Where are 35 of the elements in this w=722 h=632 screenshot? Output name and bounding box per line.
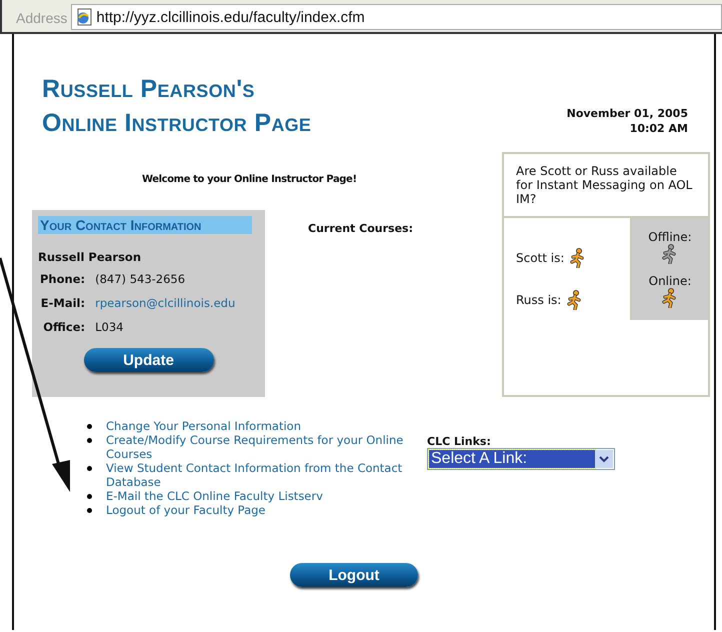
person-status-label: Russ is:: [516, 293, 562, 307]
contact-heading: Your Contact Information: [38, 216, 252, 234]
menu-link[interactable]: Create/Modify Course Requirements for your Online Courses: [106, 433, 427, 461]
logout-button[interactable]: Logout: [290, 563, 418, 587]
field-value: (847) 543-2656: [95, 272, 186, 286]
address-field[interactable]: http://yyz.clcillinois.edu/faculty/index.cfm: [71, 4, 722, 30]
menu-link[interactable]: E-Mail the CLC Online Faculty Listserv: [106, 489, 323, 503]
link-dropdown[interactable]: Select A Link:: [427, 448, 615, 470]
person-status-label: Scott is:: [516, 251, 564, 265]
email-link[interactable]: rpearson@clcillinois.edu: [95, 296, 259, 310]
time-text: 10:02 AM: [628, 121, 688, 136]
bullet-icon: [87, 438, 92, 443]
menu-link[interactable]: Change Your Personal Information: [106, 419, 302, 433]
legend-label: Offline:: [648, 230, 692, 244]
field-label: Office:: [42, 320, 86, 334]
field-label: Phone:: [40, 272, 86, 286]
clc-links-label: CLC Links:: [427, 435, 492, 448]
update-button[interactable]: Update: [84, 348, 214, 372]
page-icon: [75, 8, 94, 26]
welcome-text: Welcome to your Online Instructor Page!: [142, 174, 358, 185]
current-courses-label: Current Courses:: [308, 222, 413, 237]
menu-link[interactable]: View Student Contact Information from the Contact Database: [106, 461, 427, 489]
field-label: E-Mail:: [40, 296, 86, 310]
legend-label: Online:: [648, 274, 692, 288]
contact-name: Russell Pearson: [38, 250, 142, 264]
menu-link[interactable]: Logout of your Faculty Page: [106, 503, 266, 517]
page-title: Russell Pearson's Online Instructor Page: [42, 74, 312, 139]
bullet-icon: [87, 494, 92, 499]
chevron-icon: [599, 456, 609, 462]
bullet-icon: [87, 508, 92, 513]
bullet-icon: [87, 466, 92, 471]
date-text: November 01, 2005: [566, 106, 688, 121]
address-label: Address: [16, 9, 68, 28]
bullet-icon: [87, 424, 92, 429]
field-value: L034: [95, 320, 124, 334]
